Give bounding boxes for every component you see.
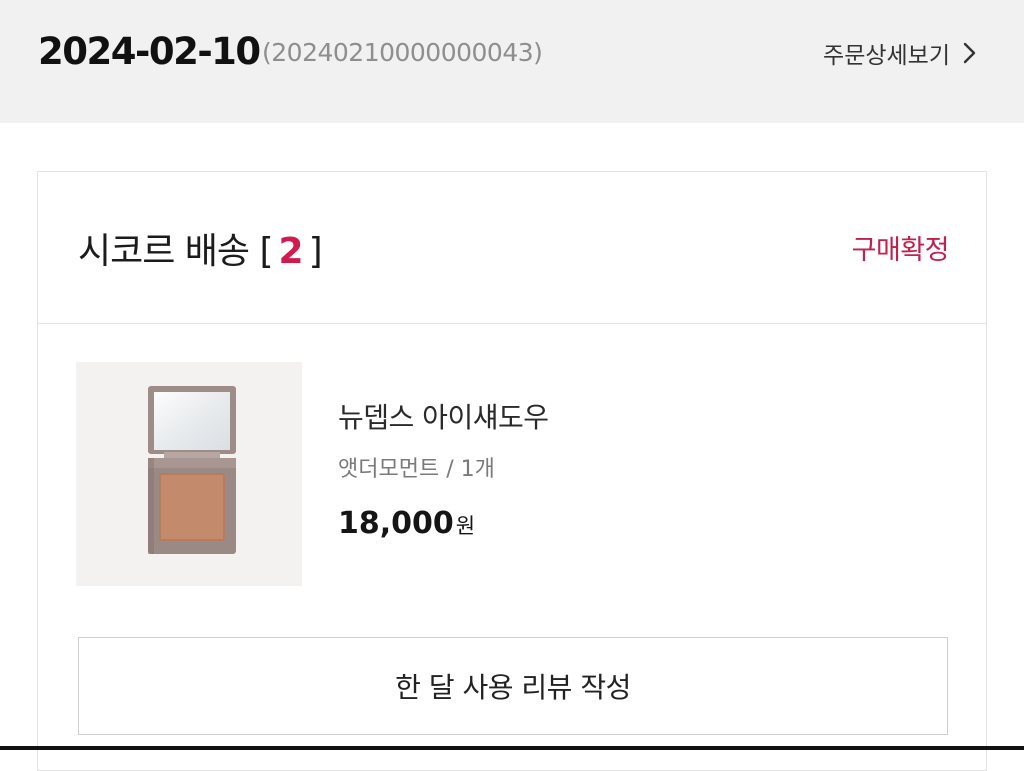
order-header: 2024-02-10 (20240210000000043) 주문상세보기 bbox=[0, 0, 1024, 123]
product-name[interactable]: 뉴뎁스 아이섀도우 bbox=[338, 396, 549, 436]
shipment-title: 시코르 배송 [2] bbox=[78, 222, 323, 274]
bracket-open: [ bbox=[259, 231, 274, 272]
product-option: 앳더모먼트 / 1개 bbox=[338, 457, 495, 482]
chevron-right-icon bbox=[963, 42, 976, 64]
bracket-close: ] bbox=[308, 231, 323, 272]
order-detail-link[interactable]: 주문상세보기 bbox=[823, 36, 980, 70]
write-review-button[interactable]: 한 달 사용 리뷰 작성 bbox=[78, 637, 948, 735]
shipment-header: 시코르 배송 [2] 구매확정 bbox=[38, 172, 986, 324]
product-price: 18,000원 bbox=[338, 506, 475, 541]
bottom-divider bbox=[0, 746, 1024, 750]
order-number: (20240210000000043) bbox=[262, 38, 543, 67]
purchase-confirmed-status: 구매확정 bbox=[851, 235, 950, 266]
order-detail-label: 주문상세보기 bbox=[823, 43, 950, 69]
product-image[interactable] bbox=[76, 362, 302, 586]
price-currency: 원 bbox=[455, 514, 476, 538]
order-card: 시코르 배송 [2] 구매확정 뉴뎁스 아이섀도우 앳더모먼트 / 1개 18,… bbox=[37, 171, 987, 771]
shipment-title-text: 시코르 배송 bbox=[78, 231, 250, 272]
eyeshadow-compact-icon bbox=[76, 362, 302, 586]
order-date: 2024-02-10 bbox=[38, 30, 261, 73]
price-value: 18,000 bbox=[338, 506, 454, 541]
shipment-count: 2 bbox=[278, 231, 304, 272]
